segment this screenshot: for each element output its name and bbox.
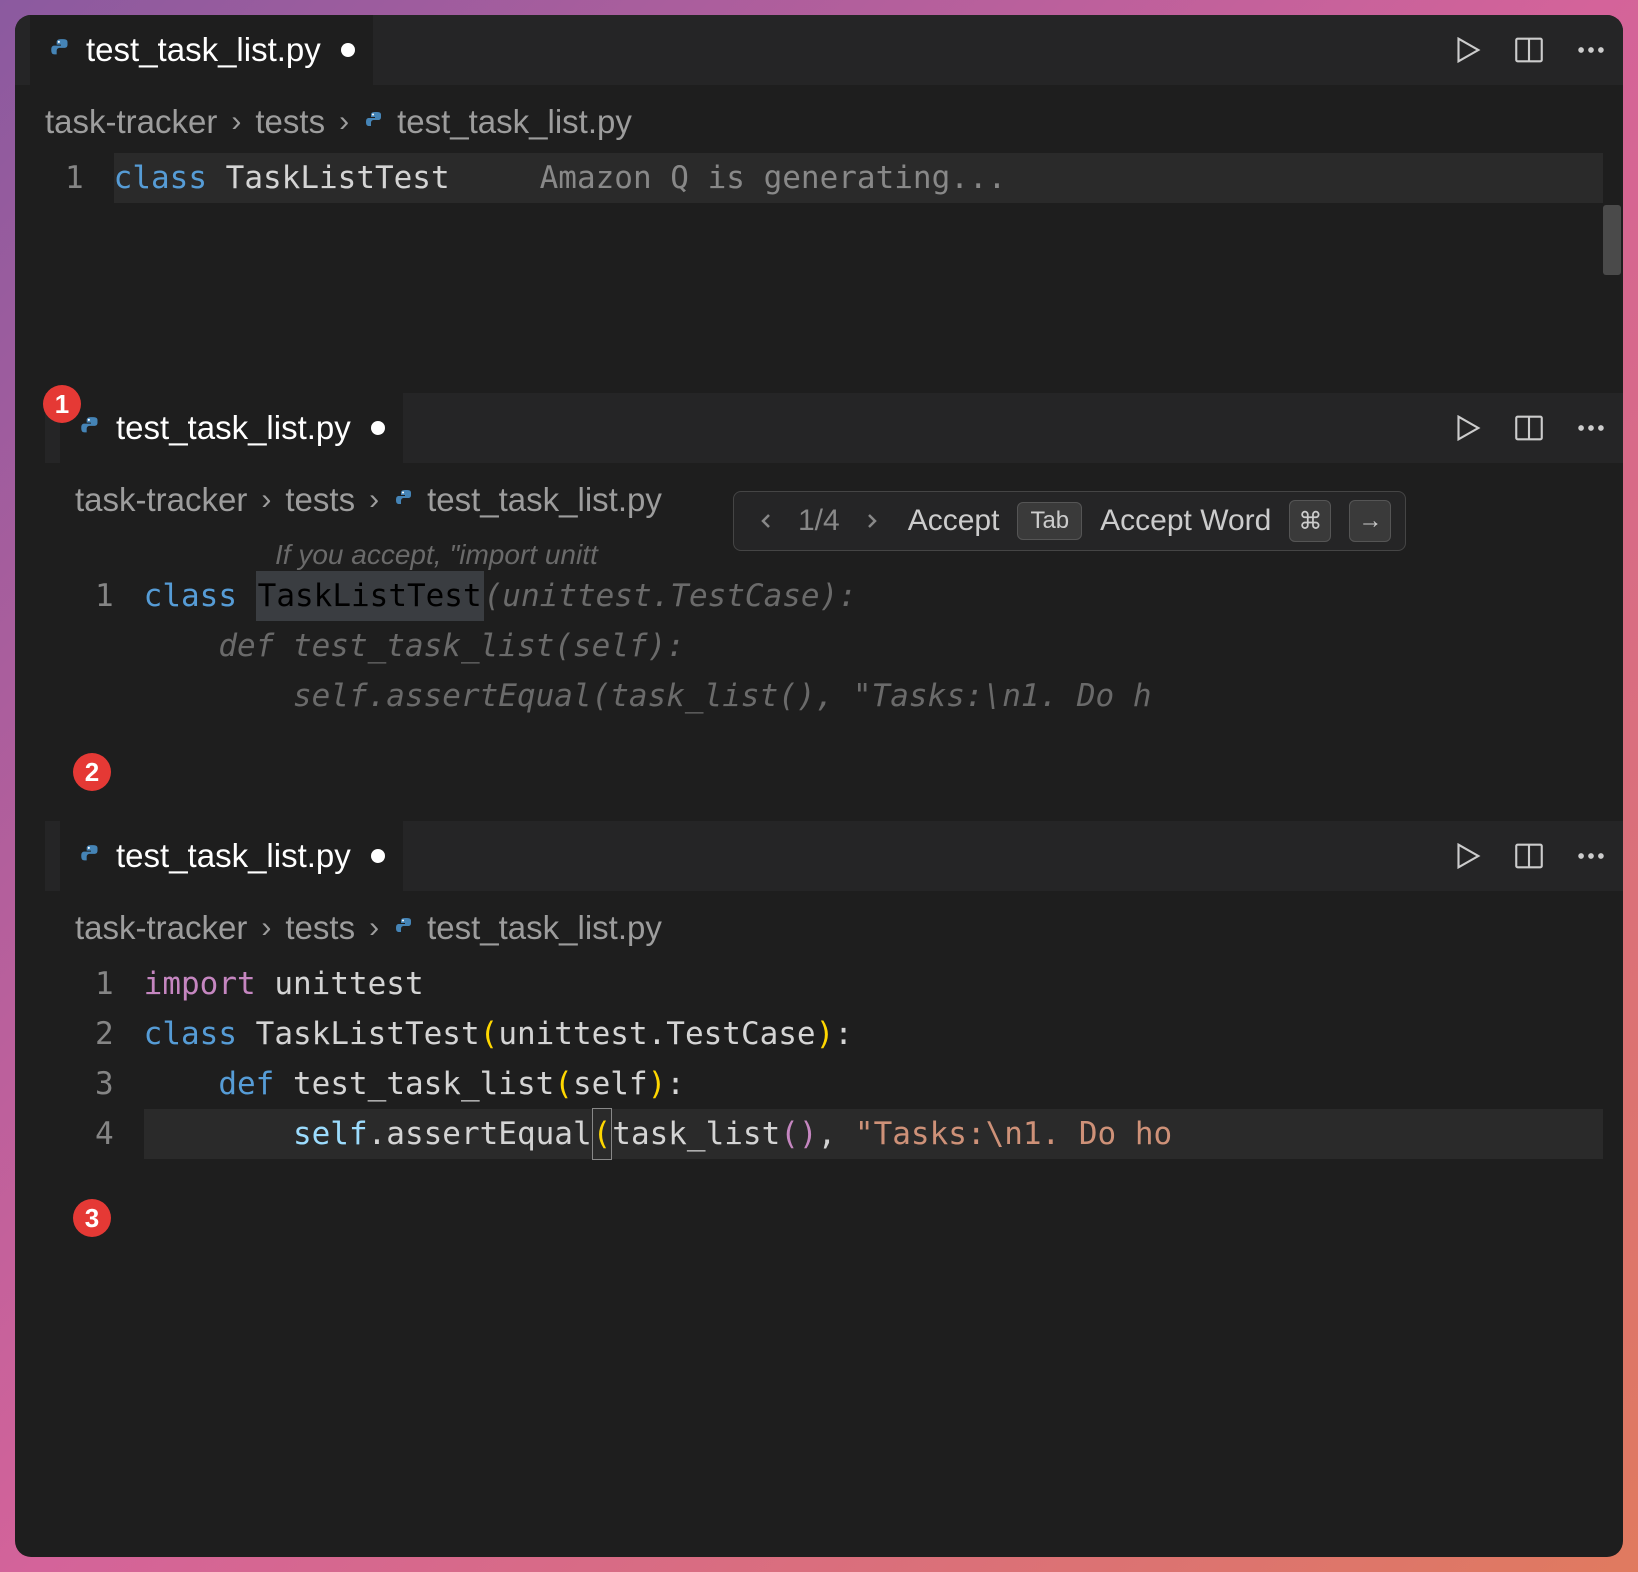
callout-badge-3: 3 [73, 1199, 111, 1237]
selected-class-name: TaskListTest [256, 571, 484, 621]
more-actions-button[interactable] [1574, 839, 1608, 873]
code-editor[interactable]: 1 class TaskListTest Amazon Q is generat… [15, 153, 1623, 203]
tab-key-badge: Tab [1017, 502, 1082, 540]
keyword-self: self [293, 1109, 368, 1159]
editor-panel-3: 3 test_task_list.py [45, 821, 1623, 1159]
suggestion-counter: 1/4 [798, 504, 840, 538]
python-icon [363, 110, 387, 134]
modified-indicator [371, 849, 385, 863]
function-name: test_task_list [293, 1059, 554, 1109]
run-button[interactable] [1450, 839, 1484, 873]
breadcrumb-file[interactable]: test_task_list.py [363, 103, 632, 141]
more-actions-button[interactable] [1574, 411, 1608, 445]
cmd-key-badge: ⌘ [1289, 500, 1331, 542]
chevron-right-icon: › [369, 911, 379, 945]
breadcrumb[interactable]: task-tracker › tests › test_task_list.py [45, 891, 1623, 959]
arrow-key-badge: → [1349, 500, 1391, 542]
code-editor[interactable]: 1 class TaskListTest(unittest.TestCase):… [45, 571, 1623, 721]
accept-button[interactable]: Accept [908, 504, 1000, 538]
module-name: unittest [274, 959, 423, 1009]
keyword-class: class [144, 571, 237, 621]
tab-title: test_task_list.py [86, 31, 321, 69]
ghost-text: self.assertEqual(task_list(), "Tasks:\n1… [144, 671, 1152, 721]
keyword-class: class [114, 153, 207, 203]
string-literal: "Tasks:\n1. Do ho [855, 1109, 1172, 1159]
chevron-right-icon: › [231, 105, 241, 139]
file-tab[interactable]: test_task_list.py [30, 15, 373, 85]
generating-indicator: Amazon Q is generating... [540, 153, 1007, 203]
breadcrumb-folder[interactable]: tests [255, 103, 325, 141]
keyword-def: def [218, 1059, 274, 1109]
breadcrumb-folder[interactable]: tests [285, 481, 355, 519]
ghost-text: (unittest.TestCase): [484, 571, 857, 621]
editor-panel-1: 1 test_task_list.py [15, 15, 1623, 203]
python-icon [78, 843, 104, 869]
breadcrumb-root[interactable]: task-tracker [75, 909, 247, 947]
code-editor[interactable]: 1 2 3 4 import unittest class TaskListTe… [45, 959, 1623, 1159]
breadcrumb-file[interactable]: test_task_list.py [393, 909, 662, 947]
class-name: TaskListTest [256, 1009, 480, 1059]
chevron-right-icon: › [261, 911, 271, 945]
modified-indicator [341, 43, 355, 57]
file-tab[interactable]: test_task_list.py [60, 821, 403, 891]
tab-bar: test_task_list.py [45, 393, 1623, 463]
prev-suggestion-button[interactable] [748, 503, 784, 539]
chevron-right-icon: › [369, 483, 379, 517]
modified-indicator [371, 421, 385, 435]
chevron-right-icon: › [339, 105, 349, 139]
breadcrumb[interactable]: task-tracker › tests › test_task_list.py [15, 85, 1623, 153]
scrollbar[interactable] [1603, 205, 1621, 275]
breadcrumb-folder[interactable]: tests [285, 909, 355, 947]
callout-badge-1: 1 [43, 385, 81, 423]
breadcrumb-root[interactable]: task-tracker [75, 481, 247, 519]
ghost-text: def test_task_list(self): [144, 621, 685, 671]
python-icon [393, 488, 417, 512]
keyword-import: import [144, 959, 256, 1009]
split-editor-button[interactable] [1512, 411, 1546, 445]
split-editor-button[interactable] [1512, 33, 1546, 67]
cursor-paren: ( [592, 1108, 613, 1160]
breadcrumb-root[interactable]: task-tracker [45, 103, 217, 141]
callout-badge-2: 2 [73, 753, 111, 791]
tab-title: test_task_list.py [116, 409, 351, 447]
chevron-right-icon: › [261, 483, 271, 517]
file-tab[interactable]: test_task_list.py [60, 393, 403, 463]
tab-bar: test_task_list.py [45, 821, 1623, 891]
next-suggestion-button[interactable] [854, 503, 890, 539]
tab-bar: test_task_list.py [15, 15, 1623, 85]
gutter: 1 2 3 4 [45, 959, 144, 1159]
python-icon [48, 37, 74, 63]
breadcrumb-file[interactable]: test_task_list.py [393, 481, 662, 519]
tab-title: test_task_list.py [116, 837, 351, 875]
split-editor-button[interactable] [1512, 839, 1546, 873]
python-icon [78, 415, 104, 441]
run-button[interactable] [1450, 33, 1484, 67]
run-button[interactable] [1450, 411, 1484, 445]
class-name: TaskListTest [226, 153, 450, 203]
python-icon [393, 916, 417, 940]
gutter: 1 [45, 571, 144, 721]
accept-word-button[interactable]: Accept Word [1100, 504, 1271, 538]
gutter: 1 [15, 153, 114, 203]
editor-panel-2: 2 test_task_list.py [45, 393, 1623, 721]
suggestion-popup: 1/4 Accept Tab Accept Word ⌘ → [733, 491, 1406, 551]
more-actions-button[interactable] [1574, 33, 1608, 67]
keyword-class: class [144, 1009, 237, 1059]
